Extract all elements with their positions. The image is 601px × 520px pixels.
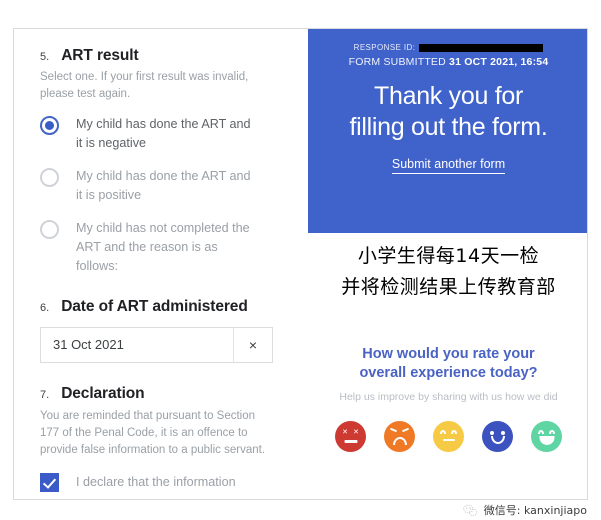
radio-option-positive[interactable]: My child has done the ART and it is posi… xyxy=(40,167,282,205)
wechat-label: 微信号: kanxinjiapo xyxy=(483,504,587,517)
response-id-redacted-value xyxy=(419,43,544,52)
footer-bar: 微信号: kanxinjiapo xyxy=(0,500,601,520)
thank-you-heading: Thank you for filling out the form. xyxy=(308,81,587,142)
mouth-zigzag xyxy=(344,440,357,444)
radio-label-positive: My child has done the ART and it is posi… xyxy=(76,169,251,203)
brow-left xyxy=(389,428,398,433)
radio-option-not-completed[interactable]: My child has not completed the ART and t… xyxy=(40,219,282,276)
rating-very-happy-icon[interactable] xyxy=(531,421,562,453)
question-5-title: ART result xyxy=(61,47,139,64)
question-6-header: 6. Date of ART administered xyxy=(40,298,282,316)
feedback-title-line-1: How would you rate your xyxy=(362,346,535,362)
response-id-label: RESPONSE ID: xyxy=(353,43,416,52)
clear-icon[interactable]: × xyxy=(233,327,272,362)
declaration-checkbox-row[interactable]: I declare that the information xyxy=(40,473,282,493)
rating-emoji-row: ✕ ✕ xyxy=(308,421,587,453)
chinese-caption-line-2: 并将检测结果上传教育部 xyxy=(341,276,556,299)
date-input-wrapper[interactable]: 31 Oct 2021 × xyxy=(40,326,273,363)
question-declaration: 7. Declaration You are reminded that pur… xyxy=(14,385,308,493)
question-7-number: 7. xyxy=(40,388,50,401)
radio-option-negative[interactable]: My child has done the ART and it is nega… xyxy=(40,115,282,153)
thank-you-line-1: Thank you for xyxy=(374,82,523,110)
eye-right xyxy=(501,431,505,436)
form-column: 5. ART result Select one. If your first … xyxy=(14,29,308,499)
checkbox-icon-declaration[interactable] xyxy=(40,473,59,493)
x-eye-right: ✕ xyxy=(353,429,359,437)
rating-neutral-icon[interactable] xyxy=(433,421,464,453)
eye-left xyxy=(490,431,494,436)
radio-label-not-completed: My child has not completed the ART and t… xyxy=(76,220,250,273)
mouth-frown xyxy=(392,437,407,446)
date-input[interactable]: 31 Oct 2021 xyxy=(41,328,233,362)
chinese-caption: 小学生得每14天一检 并将检测结果上传教育部 xyxy=(308,241,587,304)
radio-icon-not-completed[interactable] xyxy=(40,219,59,239)
radio-icon-negative[interactable] xyxy=(40,116,59,136)
feedback-subtitle: Help us improve by sharing with us how w… xyxy=(339,391,558,404)
question-7-header: 7. Declaration xyxy=(40,385,282,403)
arc-eye-right-2 xyxy=(549,430,555,435)
mouth-flat-line xyxy=(442,439,455,442)
chinese-caption-line-1: 小学生得每14天一检 xyxy=(357,245,540,267)
submit-another-form-link[interactable]: Submit another form xyxy=(391,157,506,174)
arc-eye-left xyxy=(440,430,446,435)
question-art-result: 5. ART result Select one. If your first … xyxy=(14,29,308,276)
radio-label-negative: My child has done the ART and it is nega… xyxy=(76,117,251,151)
question-6-number: 6. xyxy=(40,301,50,314)
form-submitted-datetime: 31 OCT 2021, 16:54 xyxy=(449,56,549,68)
mouth-grin xyxy=(539,436,554,446)
question-6-title: Date of ART administered xyxy=(61,297,248,315)
feedback-title-line-2: overall experience today? xyxy=(359,365,538,382)
rating-angry-icon[interactable]: ✕ ✕ xyxy=(335,421,366,453)
screenshot-card: 5. ART result Select one. If your first … xyxy=(13,28,588,500)
question-5-subtitle: Select one. If your first result was inv… xyxy=(40,71,249,100)
wechat-branding: 微信号: kanxinjiapo xyxy=(463,502,587,518)
question-date-administered: 6. Date of ART administered 31 Oct 2021 … xyxy=(14,298,308,363)
feedback-section: How would you rate your overall experien… xyxy=(308,345,587,453)
declaration-checkbox-label: I declare that the information xyxy=(76,475,236,490)
wechat-icon xyxy=(463,504,478,516)
form-submitted-line: FORM SUBMITTED 31 OCT 2021, 16:54 xyxy=(308,56,587,68)
form-submitted-label: FORM SUBMITTED xyxy=(348,56,446,68)
arc-eye-right xyxy=(451,430,457,435)
question-5-number: 5. xyxy=(40,51,50,63)
art-result-radio-group: My child has done the ART and it is nega… xyxy=(40,115,282,275)
thank-you-line-2: filling out the form. xyxy=(349,112,548,141)
brow-right xyxy=(401,428,410,433)
question-5-header: 5. ART result xyxy=(40,47,282,65)
response-id-line: RESPONSE ID: xyxy=(308,43,587,52)
submission-confirmation-panel: RESPONSE ID: FORM SUBMITTED 31 OCT 2021,… xyxy=(308,29,587,233)
radio-icon-positive[interactable] xyxy=(40,168,59,188)
feedback-title: How would you rate your overall experien… xyxy=(308,345,587,383)
right-column: RESPONSE ID: FORM SUBMITTED 31 OCT 2021,… xyxy=(308,29,587,499)
mouth-smile xyxy=(490,436,505,445)
x-eye-left: ✕ xyxy=(342,429,348,437)
rating-sad-icon[interactable] xyxy=(384,421,415,453)
arc-eye-left-2 xyxy=(538,430,544,435)
rating-happy-icon[interactable] xyxy=(482,421,513,453)
question-7-title: Declaration xyxy=(61,384,145,402)
declaration-text: You are reminded that pursuant to Sectio… xyxy=(40,409,266,457)
